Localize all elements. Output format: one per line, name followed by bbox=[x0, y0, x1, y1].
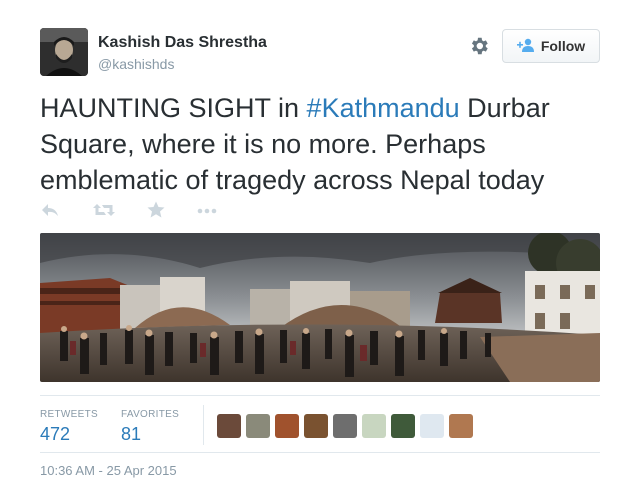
favoriter-avatar[interactable] bbox=[275, 414, 299, 438]
retweets-count[interactable]: 472 bbox=[40, 424, 70, 445]
author-avatar[interactable] bbox=[40, 28, 88, 76]
follow-button-label: Follow bbox=[540, 38, 586, 54]
favorite-icon[interactable] bbox=[146, 200, 166, 225]
favoriter-avatar[interactable] bbox=[333, 414, 357, 438]
tweet-text: HAUNTING SIGHT in #Kathmandu Durbar Squa… bbox=[40, 90, 600, 198]
stats-bottom-divider bbox=[40, 452, 600, 453]
gear-icon[interactable] bbox=[468, 35, 490, 57]
more-icon[interactable] bbox=[196, 200, 218, 225]
tweet-timestamp[interactable]: 10:36 AM - 25 Apr 2015 bbox=[40, 463, 177, 478]
favoriter-avatar[interactable] bbox=[304, 414, 328, 438]
favorites-label: FAVORITES bbox=[121, 409, 180, 420]
favoriter-avatar[interactable] bbox=[420, 414, 444, 438]
tweet-text-before: HAUNTING SIGHT in bbox=[40, 93, 307, 123]
favoriter-avatar[interactable] bbox=[246, 414, 270, 438]
follow-button[interactable]: Follow bbox=[502, 29, 600, 63]
author-name[interactable]: Kashish Das Shrestha bbox=[98, 34, 267, 52]
stats-separator bbox=[203, 405, 204, 445]
reply-icon[interactable] bbox=[40, 200, 60, 225]
retweet-icon[interactable] bbox=[92, 200, 116, 225]
favorites-count[interactable]: 81 bbox=[121, 424, 141, 445]
stats-top-divider bbox=[40, 395, 600, 396]
favoriter-avatar[interactable] bbox=[449, 414, 473, 438]
add-user-icon bbox=[516, 38, 535, 55]
favoriter-avatar[interactable] bbox=[217, 414, 241, 438]
favoriter-avatar[interactable] bbox=[362, 414, 386, 438]
author-handle[interactable]: @kashishds bbox=[98, 56, 174, 72]
hashtag-link[interactable]: #Kathmandu bbox=[307, 93, 460, 123]
tweet-photo[interactable] bbox=[40, 233, 600, 382]
retweets-label: RETWEETS bbox=[40, 409, 98, 420]
favoriter-avatar[interactable] bbox=[391, 414, 415, 438]
